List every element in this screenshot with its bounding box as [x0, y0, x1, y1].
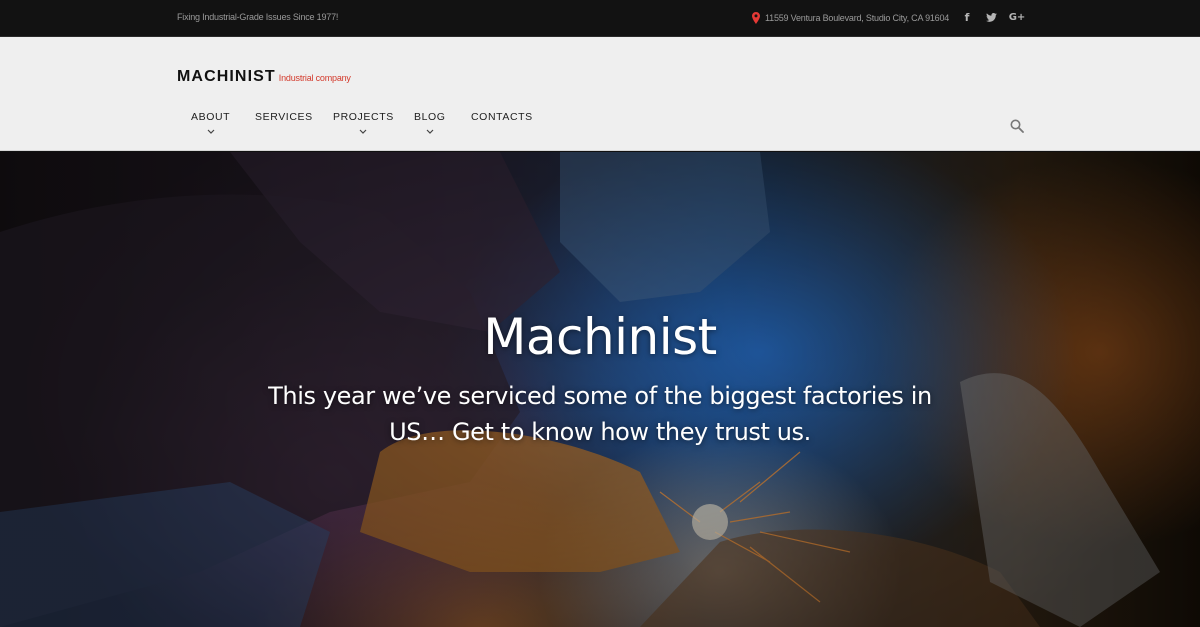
facebook-icon[interactable]: f [962, 10, 972, 24]
hero-banner: Machinist This year we’ve serviced some … [0, 152, 1200, 627]
site-header: MACHINIST Industrial company ABOUT SERVI… [0, 37, 1200, 151]
hero-title: Machinist [483, 308, 717, 366]
logo[interactable]: MACHINIST [177, 68, 276, 86]
nav-item-label[interactable]: SERVICES [255, 111, 313, 124]
chevron-down-icon[interactable] [207, 129, 215, 135]
top-bar: Fixing Industrial-Grade Issues Since 197… [0, 0, 1200, 37]
nav-item-contacts[interactable]: CONTACTS [471, 111, 533, 145]
chevron-down-icon[interactable] [359, 129, 367, 135]
tagline: Fixing Industrial-Grade Issues Since 197… [177, 12, 339, 22]
nav-item-projects[interactable]: PROJECTS [333, 111, 394, 145]
map-pin-icon [752, 12, 760, 24]
nav-item-blog[interactable]: BLOG [414, 111, 446, 145]
address-text: 11559 Ventura Boulevard, Studio City, CA… [765, 13, 950, 23]
nav-item-label[interactable]: PROJECTS [333, 111, 394, 124]
brand[interactable]: MACHINIST Industrial company [177, 68, 351, 86]
nav-item-label[interactable]: ABOUT [191, 111, 230, 124]
chevron-down-icon[interactable] [426, 129, 434, 135]
nav-item-services[interactable]: SERVICES [255, 111, 313, 145]
address: 11559 Ventura Boulevard, Studio City, CA… [752, 12, 949, 24]
twitter-icon[interactable] [984, 10, 998, 24]
nav-item-about[interactable]: ABOUT [191, 111, 230, 145]
nav-item-label[interactable]: CONTACTS [471, 111, 533, 124]
google-plus-icon[interactable]: G+ [1008, 10, 1026, 24]
logo-subtitle: Industrial company [278, 73, 351, 83]
search-icon[interactable] [1010, 119, 1024, 133]
hero-subtitle: This year we’ve serviced some of the big… [268, 382, 932, 446]
nav-item-label[interactable]: BLOG [414, 111, 446, 124]
